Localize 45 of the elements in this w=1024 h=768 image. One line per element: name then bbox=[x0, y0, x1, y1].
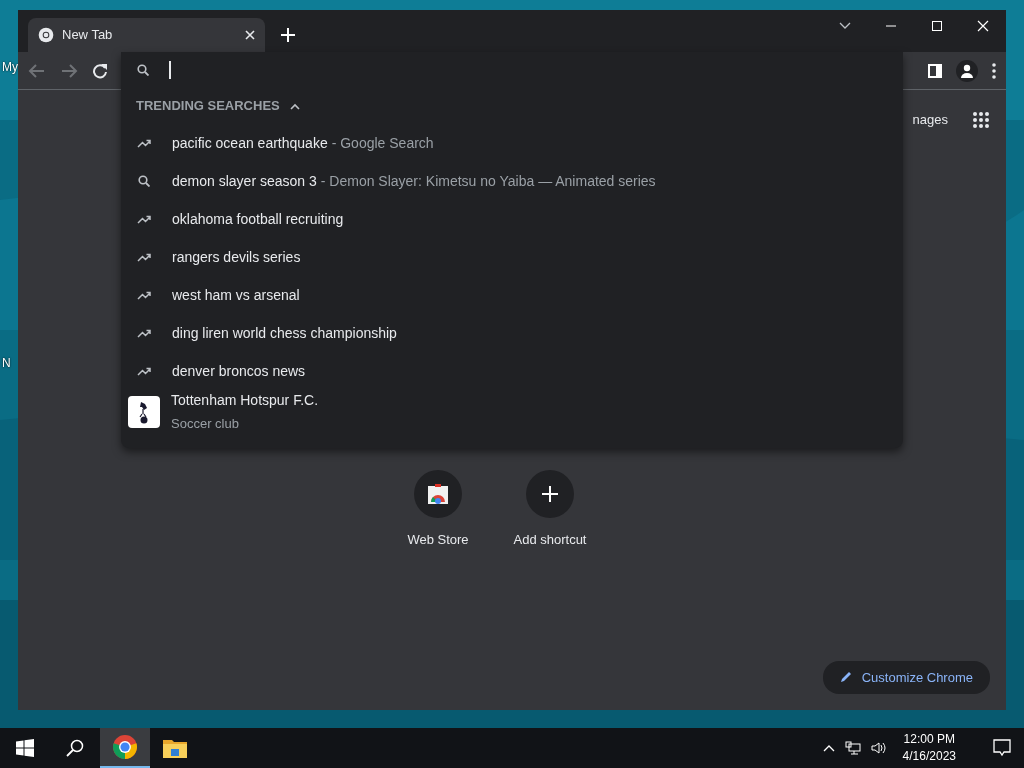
apps-grid-icon[interactable] bbox=[972, 110, 990, 129]
trending-icon bbox=[136, 328, 152, 338]
suggestion-subtitle: Soccer club bbox=[171, 415, 240, 434]
close-tab-icon[interactable] bbox=[245, 30, 255, 40]
suggestion-text[interactable]: denver broncos news bbox=[172, 360, 306, 382]
trending-icon bbox=[136, 138, 152, 148]
chevron-up-icon[interactable] bbox=[822, 744, 835, 752]
trending-icon bbox=[136, 290, 152, 300]
shortcut-label: Add shortcut bbox=[513, 530, 587, 549]
desktop-icon-label: My bbox=[2, 59, 18, 76]
trending-icon bbox=[136, 366, 152, 376]
menu-icon[interactable] bbox=[992, 62, 996, 79]
volume-icon[interactable] bbox=[870, 741, 887, 755]
desktop-icon-label: N bbox=[2, 355, 11, 372]
browser-tab[interactable]: New Tab bbox=[28, 18, 265, 52]
side-panel-icon[interactable] bbox=[928, 63, 942, 78]
trending-icon bbox=[136, 214, 152, 224]
suggestion-title[interactable]: Tottenham Hotspur F.C. bbox=[171, 390, 319, 412]
chrome-logo-icon bbox=[38, 27, 54, 43]
back-button[interactable] bbox=[28, 61, 46, 80]
network-icon[interactable] bbox=[844, 741, 861, 755]
suggestion-text[interactable]: west ham vs arsenal bbox=[172, 284, 300, 306]
customize-chrome-button[interactable]: Customize Chrome bbox=[822, 660, 990, 694]
add-shortcut-icon[interactable] bbox=[526, 469, 574, 518]
suggestion-text[interactable]: rangers devils series bbox=[172, 246, 301, 268]
forward-button[interactable] bbox=[60, 61, 78, 80]
suggestion-text[interactable]: demon slayer season 3 - Demon Slayer: Kimetsu no Yaiba — Animated series bbox=[172, 170, 656, 192]
web-store-icon[interactable] bbox=[414, 469, 462, 518]
suggestion-text[interactable]: pacific ocean earthquake - Google Search bbox=[172, 132, 434, 154]
pencil-icon bbox=[839, 671, 852, 684]
chrome-logo-icon[interactable] bbox=[100, 728, 150, 768]
collapse-chevron-icon[interactable] bbox=[289, 102, 300, 110]
section-heading: TRENDING SEARCHES bbox=[136, 97, 280, 116]
clock[interactable]: 12:00 PM 4/16/2023 bbox=[902, 731, 956, 765]
new-tab-icon[interactable] bbox=[281, 28, 295, 42]
crest-icon bbox=[128, 396, 160, 428]
suggestion-text[interactable]: ding liren world chess championship bbox=[172, 322, 397, 344]
profile-icon[interactable] bbox=[956, 59, 978, 82]
reload-button[interactable] bbox=[92, 62, 108, 79]
trending-icon bbox=[136, 252, 152, 262]
suggestion-text[interactable]: oklahoma football recruiting bbox=[172, 208, 344, 230]
search-icon bbox=[136, 175, 152, 187]
images-link[interactable]: nages bbox=[912, 110, 948, 130]
shortcut-label: Web Store bbox=[407, 530, 469, 549]
search-icon bbox=[137, 64, 149, 76]
